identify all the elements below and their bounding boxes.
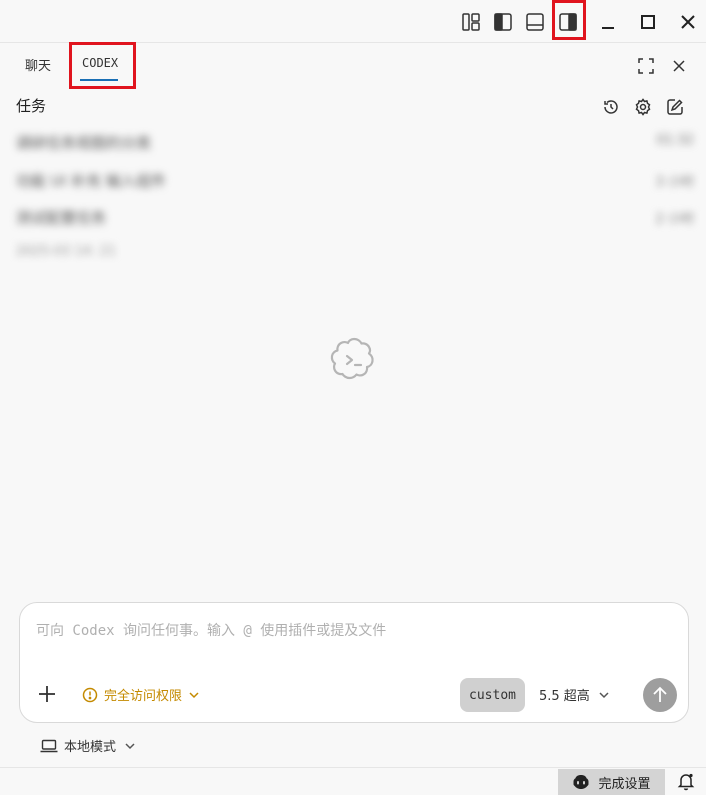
custom-chip[interactable]: custom <box>460 678 525 712</box>
expand-icon[interactable] <box>634 54 658 78</box>
chevron-down-icon <box>125 742 135 749</box>
task-title: 功能 UI 补充 输入组件 <box>16 172 166 190</box>
task-item[interactable]: 功能 UI 补充 输入组件 3 小时 <box>16 167 694 193</box>
chevron-down-icon <box>599 691 609 698</box>
title-bar <box>0 0 706 43</box>
add-attachment-icon[interactable] <box>36 683 58 705</box>
finish-setup-button[interactable]: 完成设置 <box>558 769 665 795</box>
task-item[interactable]: 调研任务视图的分类 01:32 <box>16 129 694 155</box>
chevron-down-icon <box>189 691 199 698</box>
tab-codex[interactable]: CODEX <box>82 56 118 70</box>
toggle-panel-icon[interactable] <box>521 8 549 36</box>
codex-logo-icon <box>328 334 380 386</box>
settings-icon[interactable] <box>631 95 655 119</box>
warning-icon <box>82 687 98 702</box>
task-title: 调研任务视图的分类 <box>16 134 152 152</box>
task-item[interactable]: 测试配置任务 2 小时 <box>16 204 694 230</box>
permission-dropdown[interactable]: 完全访问权限 <box>82 685 200 704</box>
active-tab-indicator <box>80 79 118 81</box>
composer: 完全访问权限 custom 5.5 超高 <box>19 602 689 723</box>
task-item[interactable]: 2025-03 14: 21 <box>16 241 694 267</box>
panel-tabs: 聊天 CODEX <box>0 42 706 90</box>
tasks-title: 任务 <box>16 97 47 115</box>
new-task-icon[interactable] <box>663 95 687 119</box>
layout-customize-icon[interactable] <box>457 8 485 36</box>
status-bar: 完成设置 <box>0 767 706 795</box>
arrow-up-icon <box>653 686 667 702</box>
prompt-input[interactable] <box>36 619 666 643</box>
task-title: 测试配置任务 <box>16 209 107 227</box>
minimize-icon[interactable] <box>594 8 622 36</box>
notification-bell-icon[interactable] <box>676 771 696 791</box>
copilot-icon <box>573 775 589 789</box>
task-time: 01:32 <box>656 133 694 148</box>
task-time: 3 小时 <box>655 175 694 190</box>
task-title: 2025-03 14: 21 <box>16 244 117 259</box>
mode-dropdown[interactable]: 本地模式 <box>40 736 136 755</box>
permission-label: 完全访问权限 <box>104 689 183 704</box>
history-icon[interactable] <box>599 95 623 119</box>
close-panel-icon[interactable] <box>667 54 691 78</box>
task-time: 2 小时 <box>655 212 694 227</box>
finish-setup-label: 完成设置 <box>598 776 651 792</box>
laptop-icon <box>40 739 58 752</box>
tab-chat[interactable]: 聊天 <box>25 55 51 74</box>
toggle-primary-sidebar-icon[interactable] <box>489 8 517 36</box>
maximize-icon[interactable] <box>634 8 662 36</box>
send-button[interactable] <box>643 678 677 712</box>
model-label: 5.5 超高 <box>539 689 590 704</box>
toggle-secondary-sidebar-icon[interactable] <box>554 8 582 36</box>
mode-label: 本地模式 <box>64 740 117 755</box>
model-dropdown[interactable]: 5.5 超高 <box>539 685 610 704</box>
close-icon[interactable] <box>674 8 702 36</box>
